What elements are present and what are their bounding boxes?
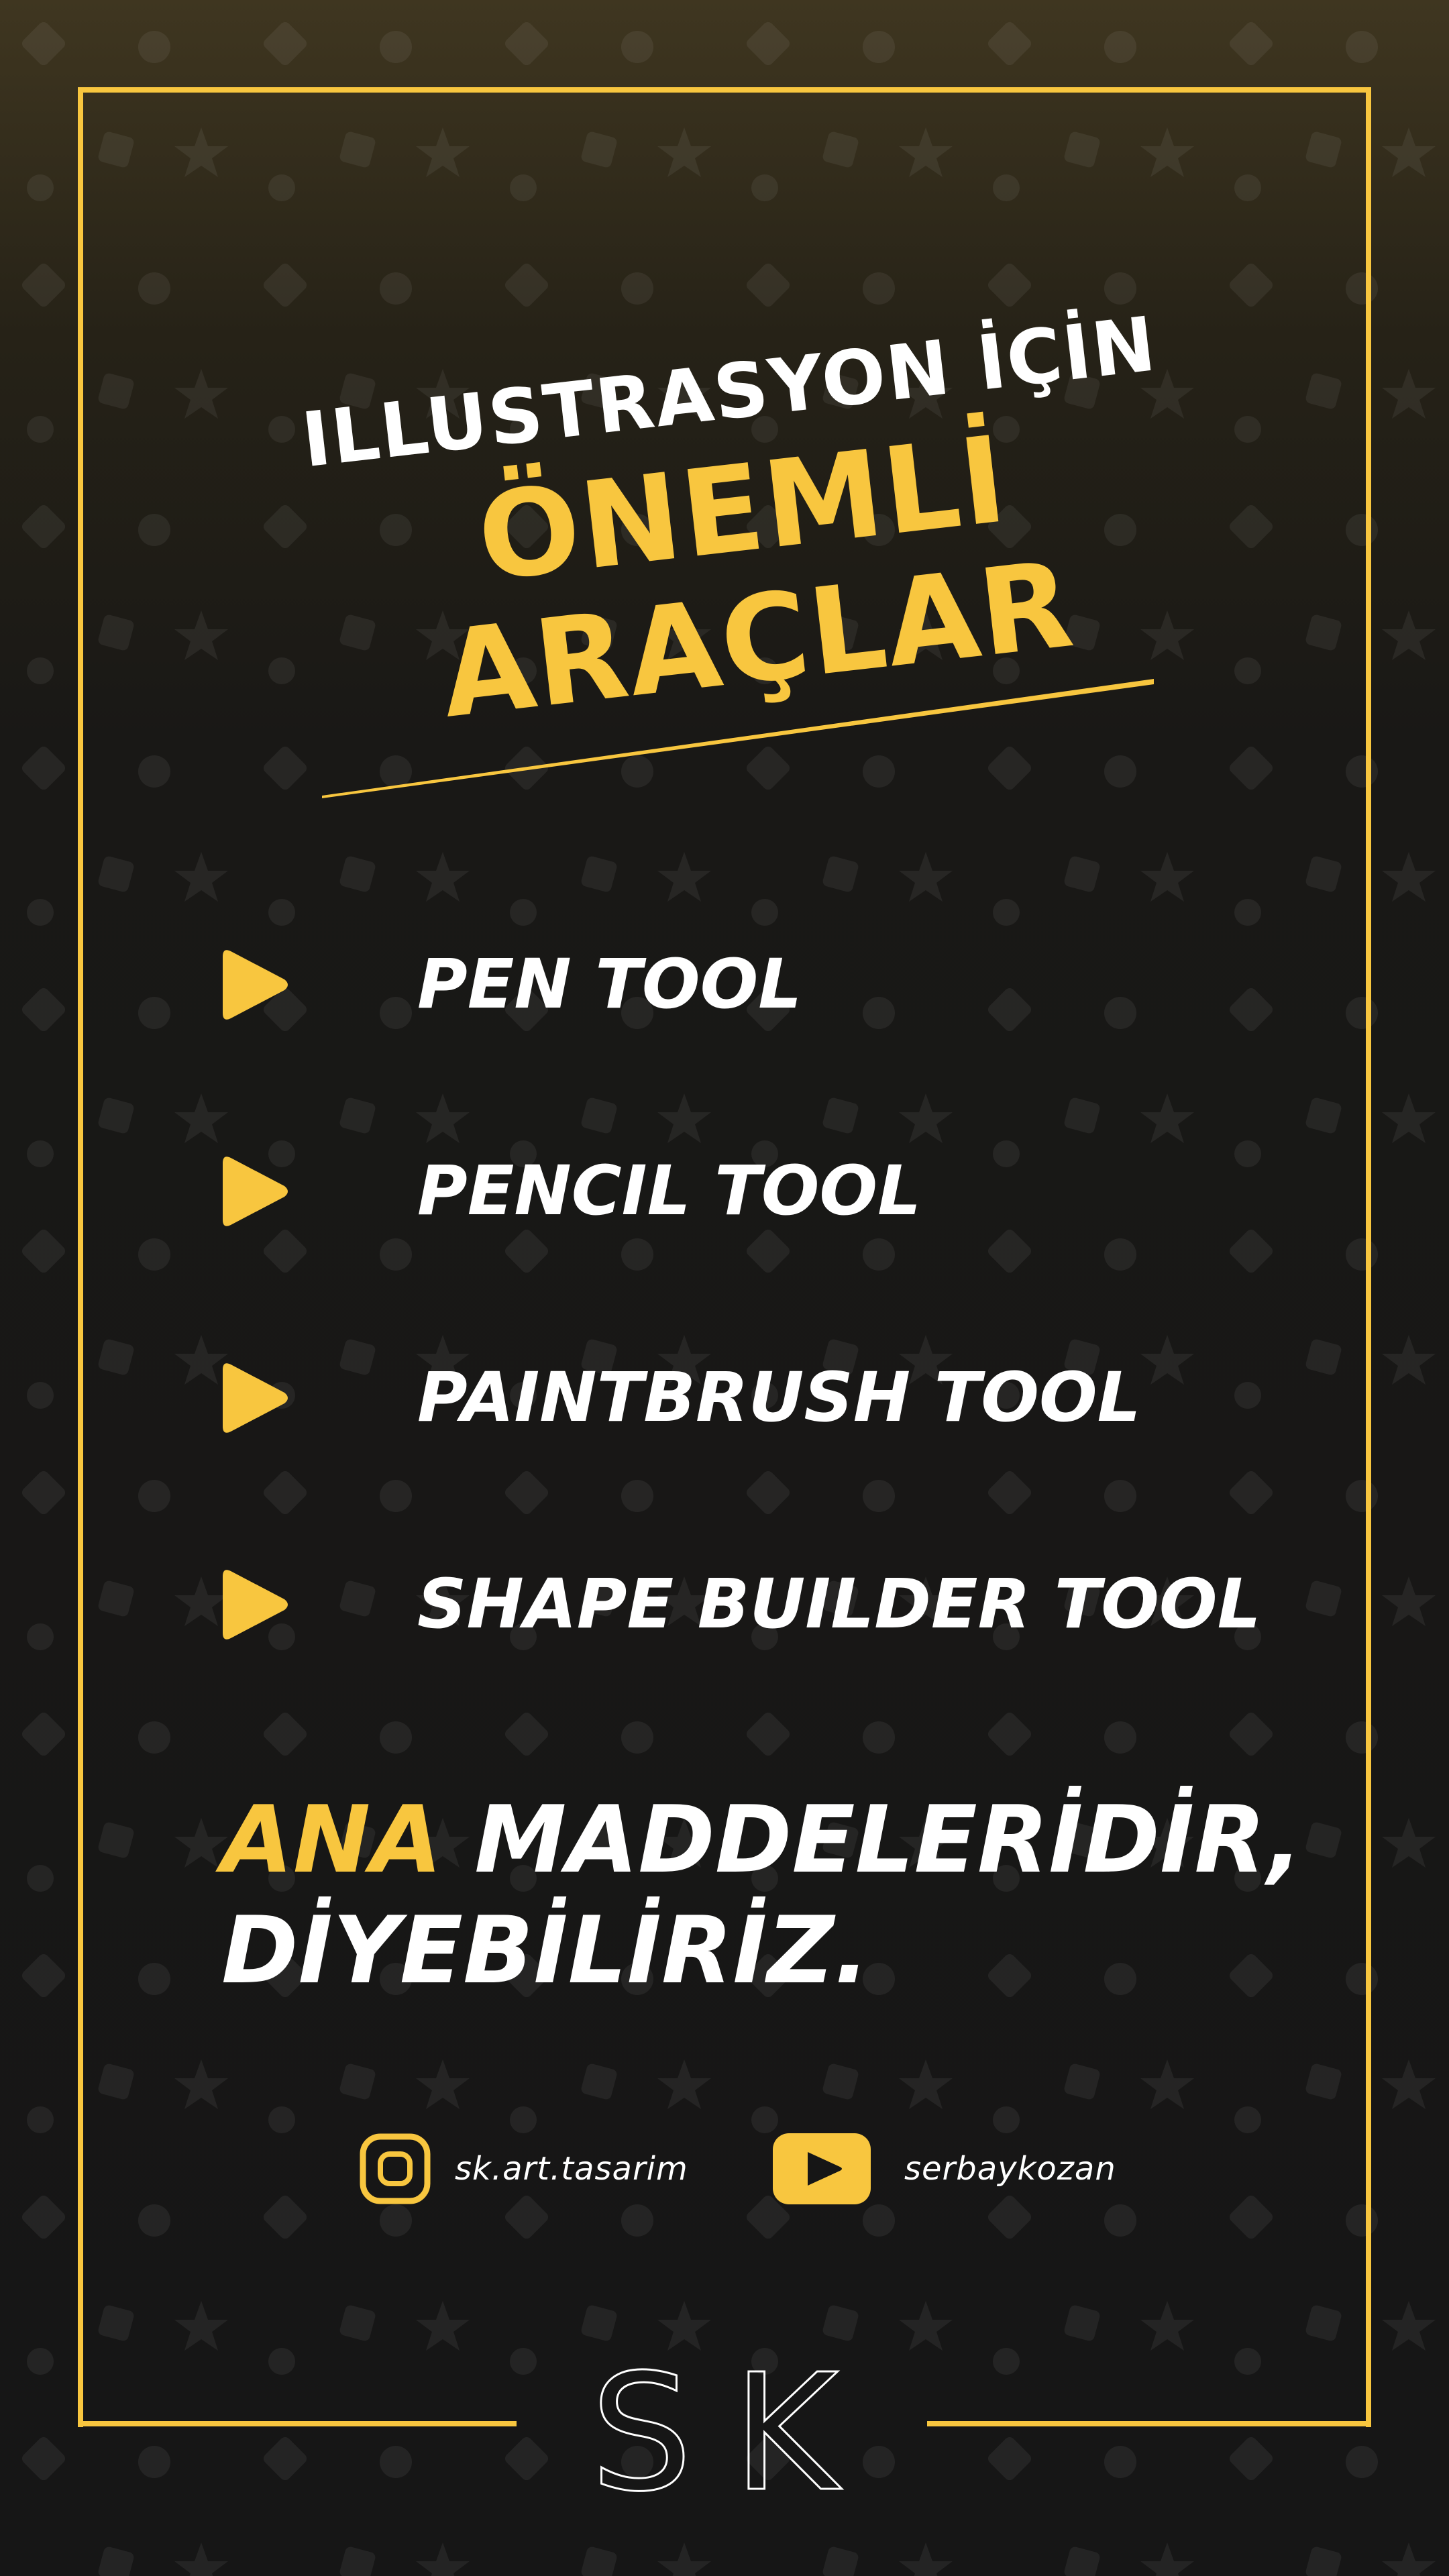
- closing-line-2: DİYEBİLİRİZ.: [221, 1896, 869, 2004]
- frame-bottom-right-segment: [927, 2421, 1371, 2426]
- poster: ILLUSTRASYON İÇİN ÖNEMLİ ARAÇLAR PEN TOO…: [0, 0, 1449, 2576]
- sk-logo: SK: [590, 2348, 859, 2496]
- sk-logo-text: SK: [590, 2348, 859, 2496]
- closing-line-1: ANA MADDELERİDİR,: [221, 1784, 1362, 1895]
- play-triangle-icon: [223, 950, 288, 1020]
- heading-underline: [322, 679, 1154, 798]
- tool-label: PAINTBRUSH TOOL: [417, 1358, 1141, 1438]
- instagram-link[interactable]: sk.art.tasarim: [360, 2133, 688, 2204]
- play-triangle-icon: [223, 1570, 288, 1640]
- instagram-icon: [360, 2133, 431, 2204]
- play-triangle-icon: [223, 1157, 288, 1226]
- instagram-handle: sk.art.tasarim: [455, 2150, 688, 2188]
- closing-line-1-rest: MADDELERİDİR,: [474, 1786, 1303, 1894]
- tool-label: PENCIL TOOL: [417, 1151, 922, 1231]
- tool-label: SHAPE BUILDER TOOL: [417, 1564, 1261, 1644]
- closing-accent-word: ANA: [221, 1786, 443, 1894]
- tool-label: PEN TOOL: [417, 945, 802, 1024]
- play-triangle-icon: [223, 1363, 288, 1433]
- youtube-handle: serbaykozan: [904, 2150, 1116, 2188]
- closing-text: ANA MADDELERİDİR, DİYEBİLİRİZ.: [221, 1784, 1362, 2006]
- youtube-icon: [773, 2133, 871, 2204]
- youtube-link[interactable]: serbaykozan: [773, 2133, 1116, 2204]
- frame-bottom-left-segment: [78, 2421, 517, 2426]
